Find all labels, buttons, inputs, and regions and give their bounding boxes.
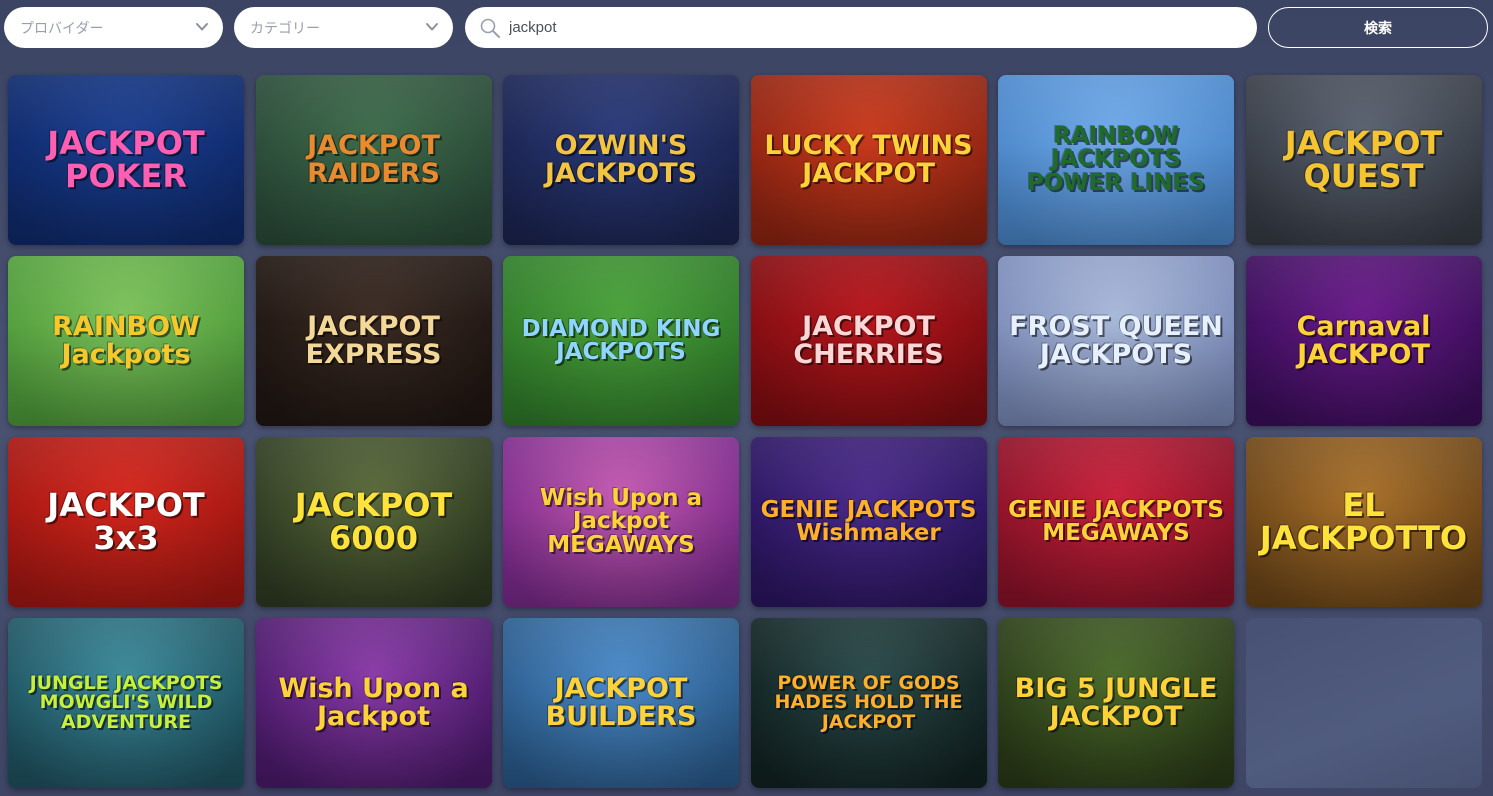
game-title: OZWIN'S JACKPOTS (544, 130, 698, 189)
game-tile[interactable]: JACKPOT 3x3 (8, 437, 244, 607)
game-title: JACKPOT 3x3 (47, 486, 205, 557)
game-tile[interactable]: JACKPOT 6000 (255, 437, 492, 607)
game-title: EL JACKPOTTO (1259, 486, 1468, 557)
game-title: Carnaval JACKPOT (1296, 311, 1431, 370)
game-title: BIG 5 JUNGLE JACKPOT (1014, 673, 1218, 732)
search-input[interactable] (509, 7, 1239, 48)
game-tile[interactable]: Wish Upon a Jackpot MEGAWAYS (503, 437, 739, 607)
provider-select-label: プロバイダー (20, 19, 104, 36)
game-title: GENIE JACKPOTS MEGAWAYS (1008, 496, 1224, 546)
game-title: RAINBOW JACKPOTS POWER LINES (1027, 122, 1205, 196)
search-icon (480, 18, 500, 38)
game-grid: JACKPOT POKER JACKPOT RAIDERS OZWIN'S JACK… (8, 75, 1482, 788)
game-title: LUCKY TWINS JACKPOT (764, 130, 973, 189)
game-tile[interactable]: FROST QUEEN JACKPOTS (998, 256, 1234, 426)
game-tile[interactable]: OZWIN'S JACKPOTS (503, 75, 739, 245)
game-title: JACKPOT CHERRIES (793, 311, 944, 370)
game-tile[interactable]: JUNGLE JACKPOTS MOWGLI'S WILD ADVENTURE (8, 618, 244, 788)
chevron-down-icon (196, 23, 208, 31)
game-tile[interactable]: RAINBOW JACKPOTS POWER LINES (998, 75, 1234, 245)
search-button[interactable]: 検索 (1268, 7, 1488, 48)
search-box (465, 7, 1257, 48)
game-tile[interactable]: GENIE JACKPOTS MEGAWAYS (998, 437, 1234, 607)
game-title: JACKPOT POKER (47, 124, 205, 195)
game-tile[interactable]: JACKPOT RAIDERS (255, 75, 492, 245)
chevron-down-icon (426, 23, 438, 31)
game-title: JACKPOT EXPRESS (305, 311, 442, 370)
empty-tile (1245, 618, 1482, 788)
provider-select[interactable]: プロバイダー (4, 7, 223, 48)
game-tile[interactable]: JACKPOT CHERRIES (750, 256, 987, 426)
game-title: JACKPOT 6000 (294, 486, 453, 557)
game-tile[interactable]: JACKPOT BUILDERS (503, 618, 739, 788)
game-tile[interactable]: JACKPOT POKER (8, 75, 244, 245)
game-title: GENIE JACKPOTS Wishmaker (760, 496, 977, 546)
game-tile[interactable]: GENIE JACKPOTS Wishmaker (750, 437, 987, 607)
game-tile[interactable]: JACKPOT QUEST (1245, 75, 1482, 245)
game-tile[interactable]: JACKPOT EXPRESS (255, 256, 492, 426)
game-title: POWER OF GODS HADES HOLD THE JACKPOT (774, 671, 963, 733)
game-title: RAINBOW Jackpots (52, 311, 200, 370)
game-title: FROST QUEEN JACKPOTS (1009, 311, 1223, 370)
game-tile[interactable]: Wish Upon a Jackpot (255, 618, 492, 788)
game-tile[interactable]: EL JACKPOTTO (1245, 437, 1482, 607)
game-tile[interactable]: RAINBOW Jackpots (8, 256, 244, 426)
game-tile[interactable]: BIG 5 JUNGLE JACKPOT (998, 618, 1234, 788)
game-tile[interactable]: POWER OF GODS HADES HOLD THE JACKPOT (750, 618, 987, 788)
filter-bar: プロバイダー カテゴリー 検索 (0, 0, 1493, 56)
category-select[interactable]: カテゴリー (234, 7, 453, 48)
game-tile[interactable]: DIAMOND KING JACKPOTS (503, 256, 739, 426)
category-select-label: カテゴリー (250, 19, 320, 36)
game-title: Wish Upon a Jackpot (278, 673, 469, 732)
game-title: JACKPOT RAIDERS (307, 130, 440, 189)
game-title: JUNGLE JACKPOTS MOWGLI'S WILD ADVENTURE (29, 671, 223, 733)
game-title: Wish Upon a Jackpot MEGAWAYS (539, 484, 703, 558)
game-tile[interactable]: Carnaval JACKPOT (1245, 256, 1482, 426)
game-title: JACKPOT QUEST (1284, 124, 1443, 195)
game-title: DIAMOND KING JACKPOTS (521, 315, 721, 365)
game-tile[interactable]: LUCKY TWINS JACKPOT (750, 75, 987, 245)
game-title: JACKPOT BUILDERS (545, 673, 697, 732)
